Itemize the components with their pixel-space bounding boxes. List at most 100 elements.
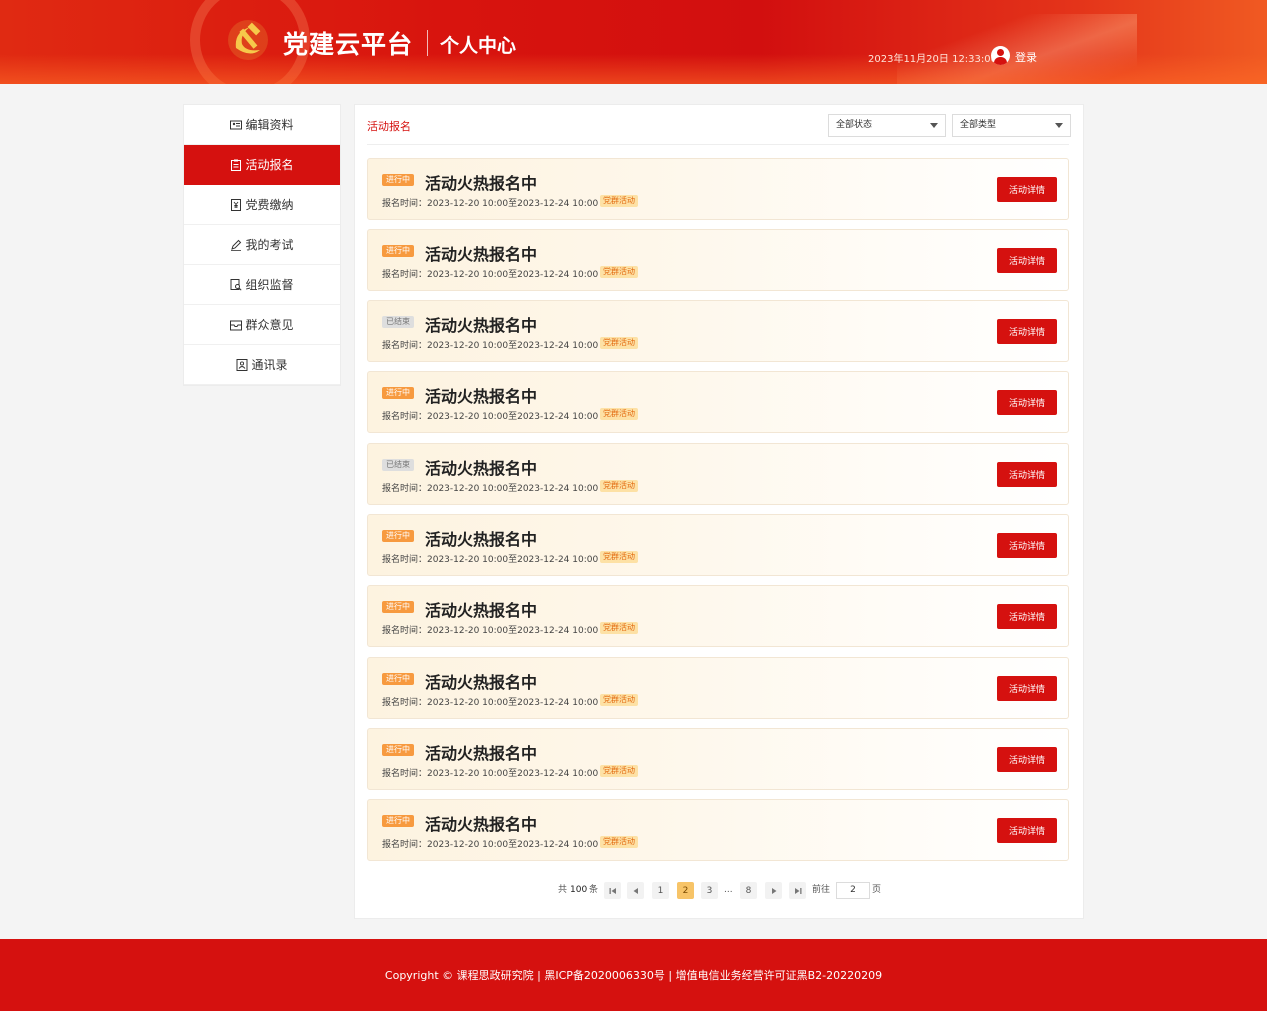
signup-time: 报名时间：2023-12-20 10:00至2023-12-24 10:00 xyxy=(382,270,599,280)
panel-title: 活动报名 xyxy=(367,120,411,133)
last-page-icon[interactable] xyxy=(789,882,806,899)
status-badge: 进行中 xyxy=(382,601,414,613)
sidebar-item-contacts[interactable]: 通讯录 xyxy=(184,345,340,385)
status-filter-select[interactable]: 全部状态 xyxy=(828,114,946,137)
activity-title: 活动火热报名中 xyxy=(425,530,538,549)
category-tag: 党群活动 xyxy=(600,836,638,848)
status-badge: 已结束 xyxy=(382,316,414,328)
page-unit-label: 页 xyxy=(872,885,882,895)
sidebar-item-activity-signup[interactable]: 活动报名 xyxy=(184,145,340,185)
sidebar-item-public-opinion[interactable]: 群众意见 xyxy=(184,305,340,345)
activity-title: 活动火热报名中 xyxy=(425,744,538,763)
activity-detail-button[interactable]: 活动详情 xyxy=(997,604,1057,629)
activity-detail-button[interactable]: 活动详情 xyxy=(997,319,1057,344)
category-tag: 党群活动 xyxy=(600,765,638,777)
type-filter-select[interactable]: 全部类型 xyxy=(952,114,1071,137)
activity-card: 进行中 活动火热报名中 报名时间：2023-12-20 10:00至2023-1… xyxy=(367,657,1069,719)
category-tag: 党群活动 xyxy=(600,195,638,207)
page-button[interactable]: 1 xyxy=(652,882,669,899)
status-badge: 进行中 xyxy=(382,815,414,827)
activity-title: 活动火热报名中 xyxy=(425,601,538,620)
sidebar-item-org-supervision[interactable]: 组织监督 xyxy=(184,265,340,305)
platform-name: 党建云平台 xyxy=(283,30,414,59)
signup-time: 报名时间：2023-12-20 10:00至2023-12-24 10:00 xyxy=(382,840,599,850)
signup-time: 报名时间：2023-12-20 10:00至2023-12-24 10:00 xyxy=(382,555,599,565)
sidebar-item-party-dues[interactable]: 党费缴纳 xyxy=(184,185,340,225)
status-badge: 进行中 xyxy=(382,245,414,257)
activity-card: 进行中 活动火热报名中 报名时间：2023-12-20 10:00至2023-1… xyxy=(367,728,1069,790)
signup-time: 报名时间：2023-12-20 10:00至2023-12-24 10:00 xyxy=(382,484,599,494)
activity-detail-button[interactable]: 活动详情 xyxy=(997,818,1057,843)
inbox-icon xyxy=(230,319,243,331)
activity-detail-button[interactable]: 活动详情 xyxy=(997,177,1057,202)
category-tag: 党群活动 xyxy=(600,408,638,420)
category-tag: 党群活动 xyxy=(600,551,638,563)
sidebar-item-label: 群众意见 xyxy=(245,318,294,332)
page-ellipsis: ... xyxy=(724,885,733,895)
activity-card: 已结束 活动火热报名中 报名时间：2023-12-20 10:00至2023-1… xyxy=(367,300,1069,362)
sidebar-item-label: 我的考试 xyxy=(245,238,294,252)
activity-card: 已结束 活动火热报名中 报名时间：2023-12-20 10:00至2023-1… xyxy=(367,443,1069,505)
chevron-down-icon xyxy=(930,123,938,128)
pagination-total: 100 xyxy=(570,885,588,895)
activity-title: 活动火热报名中 xyxy=(425,459,538,478)
sidebar-item-label: 活动报名 xyxy=(245,158,294,172)
page-button[interactable]: 8 xyxy=(740,882,757,899)
brand-divider xyxy=(427,30,428,56)
activity-title: 活动火热报名中 xyxy=(425,815,538,834)
clipboard-icon xyxy=(230,159,242,171)
sidebar-item-my-exams[interactable]: 我的考试 xyxy=(184,225,340,265)
category-tag: 党群活动 xyxy=(600,694,638,706)
activity-detail-button[interactable]: 活动详情 xyxy=(997,390,1057,415)
goto-page-input[interactable]: 2 xyxy=(836,882,870,899)
pen-icon xyxy=(230,239,242,251)
activity-title: 活动火热报名中 xyxy=(425,387,538,406)
signup-time: 报名时间：2023-12-20 10:00至2023-12-24 10:00 xyxy=(382,199,599,209)
pagination-total-suffix: 条 xyxy=(589,885,599,895)
goto-label: 前往 xyxy=(812,885,831,895)
login-link[interactable]: 登录 xyxy=(1015,49,1037,65)
next-page-icon[interactable] xyxy=(765,882,782,899)
activity-list-panel: 活动报名 全部状态 全部类型 进行中 活动火热报名中 报名时间：2023-12-… xyxy=(354,104,1084,919)
status-badge: 进行中 xyxy=(382,174,414,186)
page-title: 个人中心 xyxy=(440,35,517,57)
activity-title: 活动火热报名中 xyxy=(425,245,538,264)
copyright-text: Copyright © 课程思政研究院 | 黑ICP备2020006330号 |… xyxy=(384,969,883,982)
activity-detail-button[interactable]: 活动详情 xyxy=(997,533,1057,558)
sidebar-item-edit-profile[interactable]: 编辑资料 xyxy=(184,105,340,145)
status-badge: 进行中 xyxy=(382,530,414,542)
category-tag: 党群活动 xyxy=(600,480,638,492)
activity-detail-button[interactable]: 活动详情 xyxy=(997,462,1057,487)
category-tag: 党群活动 xyxy=(600,622,638,634)
activity-card: 进行中 活动火热报名中 报名时间：2023-12-20 10:00至2023-1… xyxy=(367,371,1069,433)
footer: Copyright © 课程思政研究院 | 黑ICP备2020006330号 |… xyxy=(0,939,1267,1011)
prev-page-icon[interactable] xyxy=(627,882,644,899)
category-tag: 党群活动 xyxy=(600,266,638,278)
activity-detail-button[interactable]: 活动详情 xyxy=(997,676,1057,701)
page-button[interactable]: 3 xyxy=(701,882,718,899)
page-button-current[interactable]: 2 xyxy=(677,882,694,899)
signup-time: 报名时间：2023-12-20 10:00至2023-12-24 10:00 xyxy=(382,769,599,779)
pagination-total-prefix: 共 xyxy=(558,885,568,895)
current-datetime: 2023年11月20日 12:33:00 xyxy=(868,54,997,65)
first-page-icon[interactable] xyxy=(604,882,621,899)
party-emblem-icon xyxy=(226,18,270,62)
sidebar-item-label: 党费缴纳 xyxy=(245,198,294,212)
sidebar-item-label: 通讯录 xyxy=(251,358,288,372)
status-badge: 进行中 xyxy=(382,744,414,756)
type-filter-value: 全部类型 xyxy=(960,120,997,130)
activity-card: 进行中 活动火热报名中 报名时间：2023-12-20 10:00至2023-1… xyxy=(367,229,1069,291)
activity-detail-button[interactable]: 活动详情 xyxy=(997,747,1057,772)
signup-time: 报名时间：2023-12-20 10:00至2023-12-24 10:00 xyxy=(382,412,599,422)
id-card-icon xyxy=(230,119,243,131)
activity-detail-button[interactable]: 活动详情 xyxy=(997,248,1057,273)
user-avatar-icon[interactable] xyxy=(991,46,1010,65)
magnifier-doc-icon xyxy=(230,278,243,291)
activity-card: 进行中 活动火热报名中 报名时间：2023-12-20 10:00至2023-1… xyxy=(367,799,1069,861)
activity-title: 活动火热报名中 xyxy=(425,673,538,692)
status-badge: 进行中 xyxy=(382,673,414,685)
sidebar-menu: 编辑资料 活动报名 党费缴纳 我的考试 组织监督 群众意见 通讯录 xyxy=(183,104,341,386)
activity-title: 活动火热报名中 xyxy=(425,316,538,335)
signup-time: 报名时间：2023-12-20 10:00至2023-12-24 10:00 xyxy=(382,698,599,708)
yuan-receipt-icon xyxy=(230,198,242,211)
